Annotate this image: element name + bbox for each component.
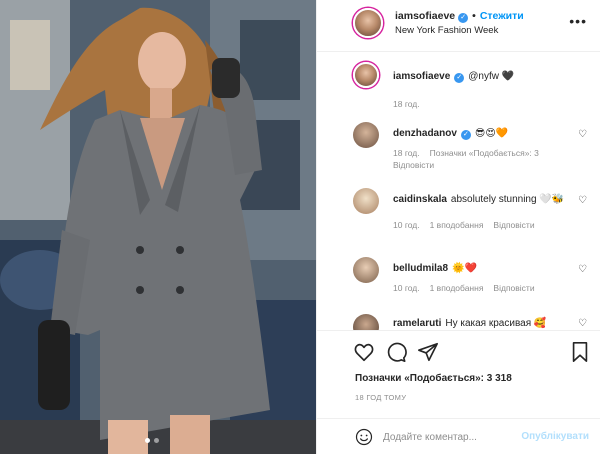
comment-reply-button[interactable]: Відповісти	[493, 220, 534, 230]
comment-username[interactable]: ramelaruti	[393, 318, 441, 329]
comment-reply-button[interactable]: Відповісти	[393, 160, 434, 170]
author-avatar[interactable]	[353, 8, 383, 38]
comment-reply-button[interactable]: Відповісти	[493, 283, 534, 293]
comment-text: absolutely stunning 🤍🐝	[450, 194, 565, 205]
publish-button[interactable]: Опублікувати	[521, 431, 589, 442]
verified-badge-icon: ✓	[458, 13, 469, 23]
comment-time: 10 год.	[393, 283, 420, 293]
comment-avatar[interactable]	[353, 314, 379, 330]
share-icon[interactable]	[417, 341, 439, 363]
carousel-dot-active[interactable]	[145, 438, 150, 443]
comment-username[interactable]: caidinskala	[393, 194, 447, 205]
comment-likes[interactable]: Позначки «Подобається»: 3	[430, 148, 539, 158]
likes-count[interactable]: Позначки «Подобається»: 3 318	[355, 373, 512, 384]
comment-text: 🌞❤️	[452, 263, 477, 274]
comment-composer: Опублікувати	[317, 418, 600, 454]
comment-input[interactable]	[383, 427, 515, 447]
comment-likes[interactable]: 1 вподобання	[430, 283, 484, 293]
comment-time: 10 год.	[393, 220, 420, 230]
post-side-panel: iamsofiaeve ✓ • Стежити New York Fashion We…	[316, 0, 600, 454]
verified-badge-icon: ✓	[454, 73, 465, 83]
verified-badge-icon: ✓	[460, 130, 471, 140]
comment-like-heart-icon[interactable]: ♡	[578, 195, 587, 206]
comment-item: ramelaruti Ну какая красивая 🥰 ♡	[353, 314, 593, 330]
more-horizontal-icon[interactable]: •••	[569, 13, 587, 29]
comment-time: 18 год.	[393, 148, 420, 158]
comment-item: caidinskala absolutely stunning 🤍🐝 10 год…	[353, 188, 593, 248]
caption-avatar[interactable]	[353, 62, 379, 88]
photo-illustration	[0, 0, 316, 454]
caption-text: @nyfw 🖤	[468, 71, 515, 82]
action-bar	[317, 330, 600, 370]
follow-button[interactable]: Стежити	[480, 10, 524, 22]
post-timestamp[interactable]: 18 ГОД ТОМУ	[355, 393, 406, 402]
comment-like-heart-icon[interactable]: ♡	[578, 129, 587, 140]
post-photo[interactable]	[0, 0, 316, 454]
carousel-dots	[145, 438, 159, 443]
dot-separator: •	[472, 10, 476, 22]
comment-username[interactable]: denzhadanov	[393, 128, 457, 139]
comment-icon[interactable]	[385, 341, 407, 363]
comment-like-heart-icon[interactable]: ♡	[578, 318, 587, 329]
comment-item: belludmila8 🌞❤️ 10 год. 1 вподобання Відпов…	[353, 257, 593, 307]
comment-likes[interactable]: 1 вподобання	[430, 220, 484, 230]
comment-avatar[interactable]	[353, 122, 379, 148]
carousel-dot[interactable]	[154, 438, 159, 443]
comment-item: denzhadanov ✓ 😎😍🧡 18 год. Позначки «Подобає…	[353, 122, 593, 182]
caption-username[interactable]: iamsofiaeve	[393, 71, 450, 82]
heart-icon[interactable]	[353, 341, 375, 363]
comment-text: Ну какая красивая 🥰	[445, 318, 547, 329]
comment-avatar[interactable]	[353, 188, 379, 214]
smiley-icon[interactable]	[355, 428, 373, 446]
post-header: iamsofiaeve ✓ • Стежити New York Fashion We…	[317, 0, 600, 52]
post-location[interactable]: New York Fashion Week	[395, 25, 498, 36]
comment-like-heart-icon[interactable]: ♡	[578, 264, 587, 275]
caption-row: iamsofiaeve ✓ @nyfw 🖤 18 год.	[353, 62, 593, 112]
comment-text: 😎😍🧡	[474, 128, 509, 139]
comment-avatar[interactable]	[353, 257, 379, 283]
author-username[interactable]: iamsofiaeve	[395, 10, 455, 22]
comments-list[interactable]: iamsofiaeve ✓ @nyfw 🖤 18 год. denzhadanov ✓…	[317, 52, 600, 330]
caption-time: 18 год.	[393, 99, 420, 109]
comment-username[interactable]: belludmila8	[393, 263, 448, 274]
bookmark-icon[interactable]	[569, 341, 591, 363]
